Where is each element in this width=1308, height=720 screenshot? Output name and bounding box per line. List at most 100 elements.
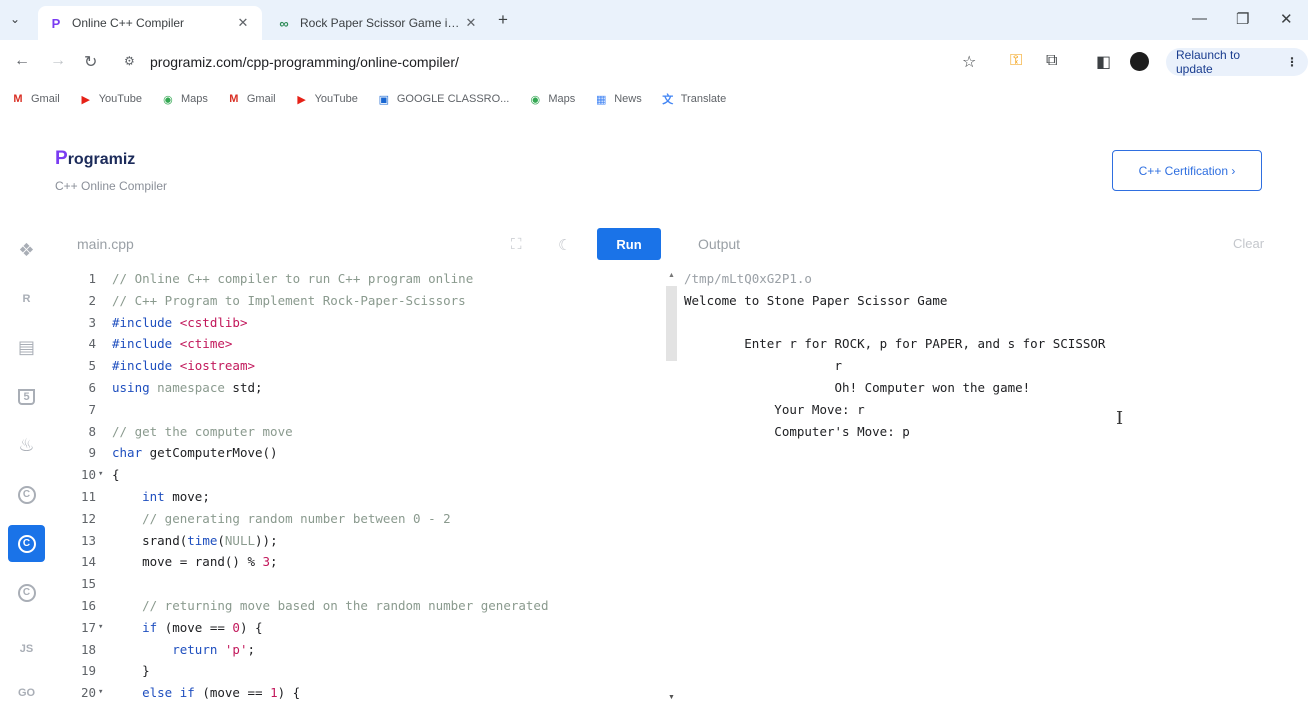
tab-search-chevron-icon[interactable]: ⌄ [10, 12, 20, 26]
code-line[interactable]: 9 char getComputerMove() [66, 442, 664, 464]
clear-output-button[interactable]: Clear [1233, 236, 1264, 251]
code-token: <cstdlib> [179, 314, 248, 330]
scroll-down-arrow-icon[interactable]: ▼ [668, 694, 675, 701]
site-settings-icon[interactable]: ⚙ [124, 54, 135, 68]
new-tab-plus-icon[interactable]: + [498, 10, 508, 30]
back-arrow-icon[interactable]: ← [14, 52, 30, 70]
output-line: Your Move: r [684, 401, 865, 417]
code-text: using namespace std; [112, 377, 263, 399]
extensions-puzzle-icon[interactable]: ⧉ [1046, 52, 1057, 70]
c-language-icon[interactable]: C [8, 476, 45, 513]
bookmark-item[interactable]: ◉ Maps [527, 92, 576, 106]
tab-close-icon[interactable]: ✕ [462, 15, 480, 31]
code-text: #include <ctime> [112, 333, 232, 355]
tab-close-icon[interactable]: ✕ [234, 15, 252, 31]
code-line[interactable]: 19 } [66, 660, 664, 682]
url-field[interactable]: programiz.com/cpp-programming/online-com… [150, 54, 459, 70]
run-button[interactable]: Run [597, 228, 661, 260]
code-line[interactable]: 18 return 'p'; [66, 639, 664, 661]
fold-toggle-icon[interactable]: ▾ [98, 617, 112, 639]
javascript-icon[interactable]: JS [8, 630, 45, 667]
scroll-up-arrow-icon[interactable]: ▲ [668, 272, 675, 279]
bookmarks-bar: M Gmail ▶ YouTube ◉ Maps M Gmail ▶ YouTube ▣ GOOGLE… [0, 84, 1308, 114]
programiz-favicon-icon: P [51, 15, 61, 31]
code-line[interactable]: 1 // Online C++ compiler to run C++ progr… [66, 268, 664, 290]
code-line[interactable]: 14 move = rand() % 3; [66, 551, 664, 573]
code-line[interactable]: 11 int move; [66, 486, 664, 508]
code-line[interactable]: 3 #include <cstdlib> [66, 312, 664, 334]
tab-rock-paper-scissor[interactable]: ∞ Rock Paper Scissor Game in C++ ✕ [266, 6, 490, 40]
bookmark-label: Maps [548, 93, 576, 105]
line-number: 20 [80, 685, 96, 701]
html-glyph: 5 [18, 388, 35, 405]
code-line[interactable]: 16 // returning move based on the random… [66, 595, 664, 617]
bookmark-item[interactable]: M Gmail [10, 92, 59, 106]
code-token: srand( [112, 532, 188, 548]
go-language-icon[interactable]: GO [8, 674, 45, 711]
code-line[interactable]: 20 ▾ else if (move == 1) { [66, 682, 664, 704]
programiz-logo[interactable]: Programiz [55, 148, 135, 170]
code-line[interactable]: 6 using namespace std; [66, 377, 664, 399]
python-icon[interactable]: ❖ [8, 232, 45, 269]
bookmark-item[interactable]: ◉ Maps [160, 92, 208, 106]
r-language-icon[interactable]: R [8, 280, 45, 317]
cpp-language-icon[interactable]: C [8, 525, 45, 562]
sql-database-icon[interactable]: ▤ [8, 329, 45, 366]
code-token: // returning move based on the random nu… [112, 597, 549, 613]
bookmark-favicon-icon: 文 [662, 94, 674, 106]
bookmark-item[interactable]: ▶ YouTube [294, 92, 357, 106]
html5-icon[interactable]: 5 [8, 378, 45, 415]
logo-letter: P [55, 148, 68, 169]
forward-arrow-icon[interactable]: → [50, 52, 66, 70]
output-console[interactable]: /tmp/mLtQ0xG2P1.o Welcome to Stone Paper … [684, 268, 1284, 442]
code-line[interactable]: 4 #include <ctime> [66, 333, 664, 355]
code-line[interactable]: 15 [66, 573, 664, 595]
java-icon[interactable]: ♨ [8, 427, 45, 464]
bookmark-item[interactable]: ▦ News [593, 92, 642, 106]
code-line[interactable]: 10 ▾{ [66, 464, 664, 486]
reload-icon[interactable]: ↻ [84, 52, 97, 72]
fold-toggle-icon [98, 442, 112, 464]
code-line[interactable]: 2 // C++ Program to Implement Rock-Paper-… [66, 290, 664, 312]
code-line[interactable]: 12 // generating random number between 0… [66, 508, 664, 530]
fullscreen-icon[interactable]: ⛶ [511, 236, 522, 253]
code-line[interactable]: 13 srand(time(NULL)); [66, 530, 664, 552]
tab-online-cpp-compiler[interactable]: P Online C++ Compiler ✕ [38, 6, 262, 40]
bookmark-item[interactable]: ▣ GOOGLE CLASSRO... [376, 92, 510, 106]
restore-icon[interactable]: ❐ [1236, 10, 1249, 28]
csharp-language-icon[interactable]: C [8, 574, 45, 611]
line-number: 6 [88, 379, 96, 395]
fold-toggle-icon[interactable]: ▾ [98, 464, 112, 486]
dark-mode-moon-icon[interactable]: ☾ [558, 236, 571, 254]
line-number: 3 [88, 314, 96, 330]
relaunch-to-update-button[interactable]: Relaunch to update ⋮ [1166, 48, 1308, 76]
code-line[interactable]: 5 #include <iostream> [66, 355, 664, 377]
bookmark-label: Maps [180, 93, 208, 105]
code-line[interactable]: 17 ▾ if (move == 0) { [66, 617, 664, 639]
code-editor[interactable]: 1 // Online C++ compiler to run C++ progr… [66, 268, 664, 720]
window-close-icon[interactable]: ✕ [1280, 10, 1293, 28]
bookmark-item[interactable]: ▶ YouTube [78, 92, 142, 106]
bookmark-star-icon[interactable]: ☆ [962, 52, 976, 72]
code-line[interactable]: 7 [66, 399, 664, 421]
bookmark-favicon-icon: M [229, 93, 239, 105]
editor-scrollbar-thumb[interactable] [666, 286, 677, 361]
profile-avatar[interactable] [1130, 52, 1149, 71]
bookmark-favicon-icon: ◉ [163, 93, 173, 106]
fold-toggle-icon[interactable]: ▾ [98, 682, 112, 704]
cpp-certification-button[interactable]: C++ Certification › [1112, 150, 1262, 191]
code-token: (move == [164, 619, 233, 635]
bookmark-item[interactable]: M Gmail [226, 92, 275, 106]
code-text: { [112, 464, 120, 486]
code-text: srand(time(NULL)); [112, 530, 278, 552]
code-token: namespace [157, 379, 233, 395]
bookmark-item[interactable]: 文 Translate [660, 92, 726, 106]
bookmark-favicon-icon: M [13, 93, 23, 105]
code-line[interactable]: 8 // get the computer move [66, 421, 664, 443]
extension-key-icon[interactable]: ⚿ [1010, 52, 1022, 70]
more-menu-icon[interactable]: ⋮ [1286, 55, 1298, 69]
code-token: ; [270, 554, 278, 570]
file-tab-main-cpp[interactable]: main.cpp [77, 236, 134, 252]
minimize-icon[interactable]: — [1192, 10, 1207, 27]
side-panel-icon[interactable]: ◧ [1096, 52, 1111, 72]
